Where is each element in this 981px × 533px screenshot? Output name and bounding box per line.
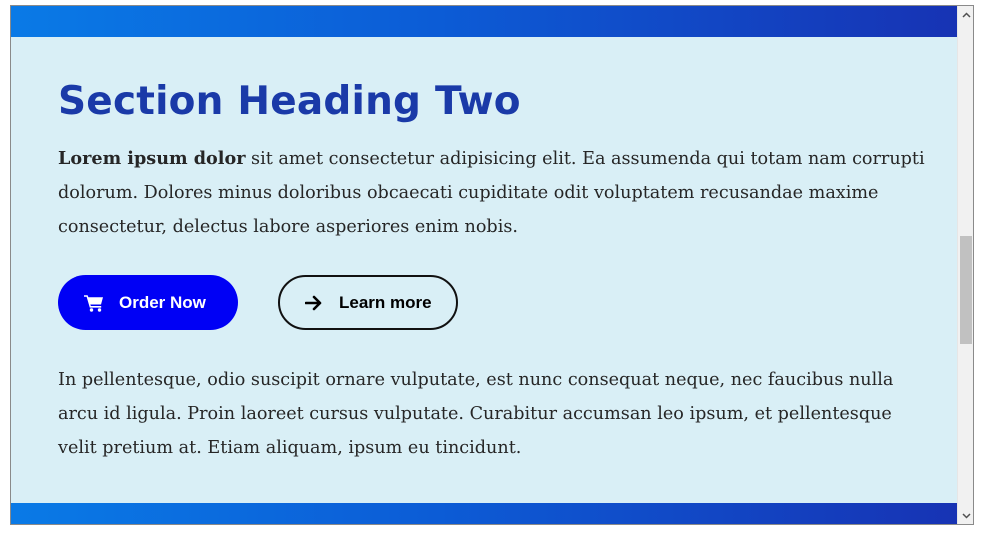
body-paragraph: In pellentesque, odio suscipit ornare vu… <box>58 370 894 458</box>
intro-bold-text: Lorem ipsum dolor <box>58 148 246 169</box>
chevron-up-icon <box>961 11 971 18</box>
scroll-up-button[interactable] <box>958 6 973 23</box>
browser-frame: Section Heading Two Lorem ipsum dolor si… <box>10 5 974 525</box>
chevron-down-icon <box>961 512 971 519</box>
section-content: Section Heading Two Lorem ipsum dolor si… <box>58 76 928 458</box>
bottom-gradient-band <box>11 503 957 524</box>
arrow-right-icon <box>303 292 325 314</box>
vertical-scrollbar[interactable] <box>957 6 973 524</box>
order-now-button[interactable]: Order Now <box>58 275 238 330</box>
scroll-down-button[interactable] <box>958 507 973 524</box>
scrollbar-thumb[interactable] <box>960 236 972 344</box>
learn-more-button[interactable]: Learn more <box>278 275 458 330</box>
shopping-cart-icon <box>83 292 105 314</box>
order-now-label: Order Now <box>119 292 206 312</box>
intro-paragraph: Lorem ipsum dolor sit amet consectetur a… <box>58 142 928 244</box>
section-heading: Section Heading Two <box>58 79 521 124</box>
learn-more-label: Learn more <box>339 292 432 312</box>
top-gradient-band <box>11 6 957 37</box>
page-viewport: Section Heading Two Lorem ipsum dolor si… <box>11 6 957 524</box>
